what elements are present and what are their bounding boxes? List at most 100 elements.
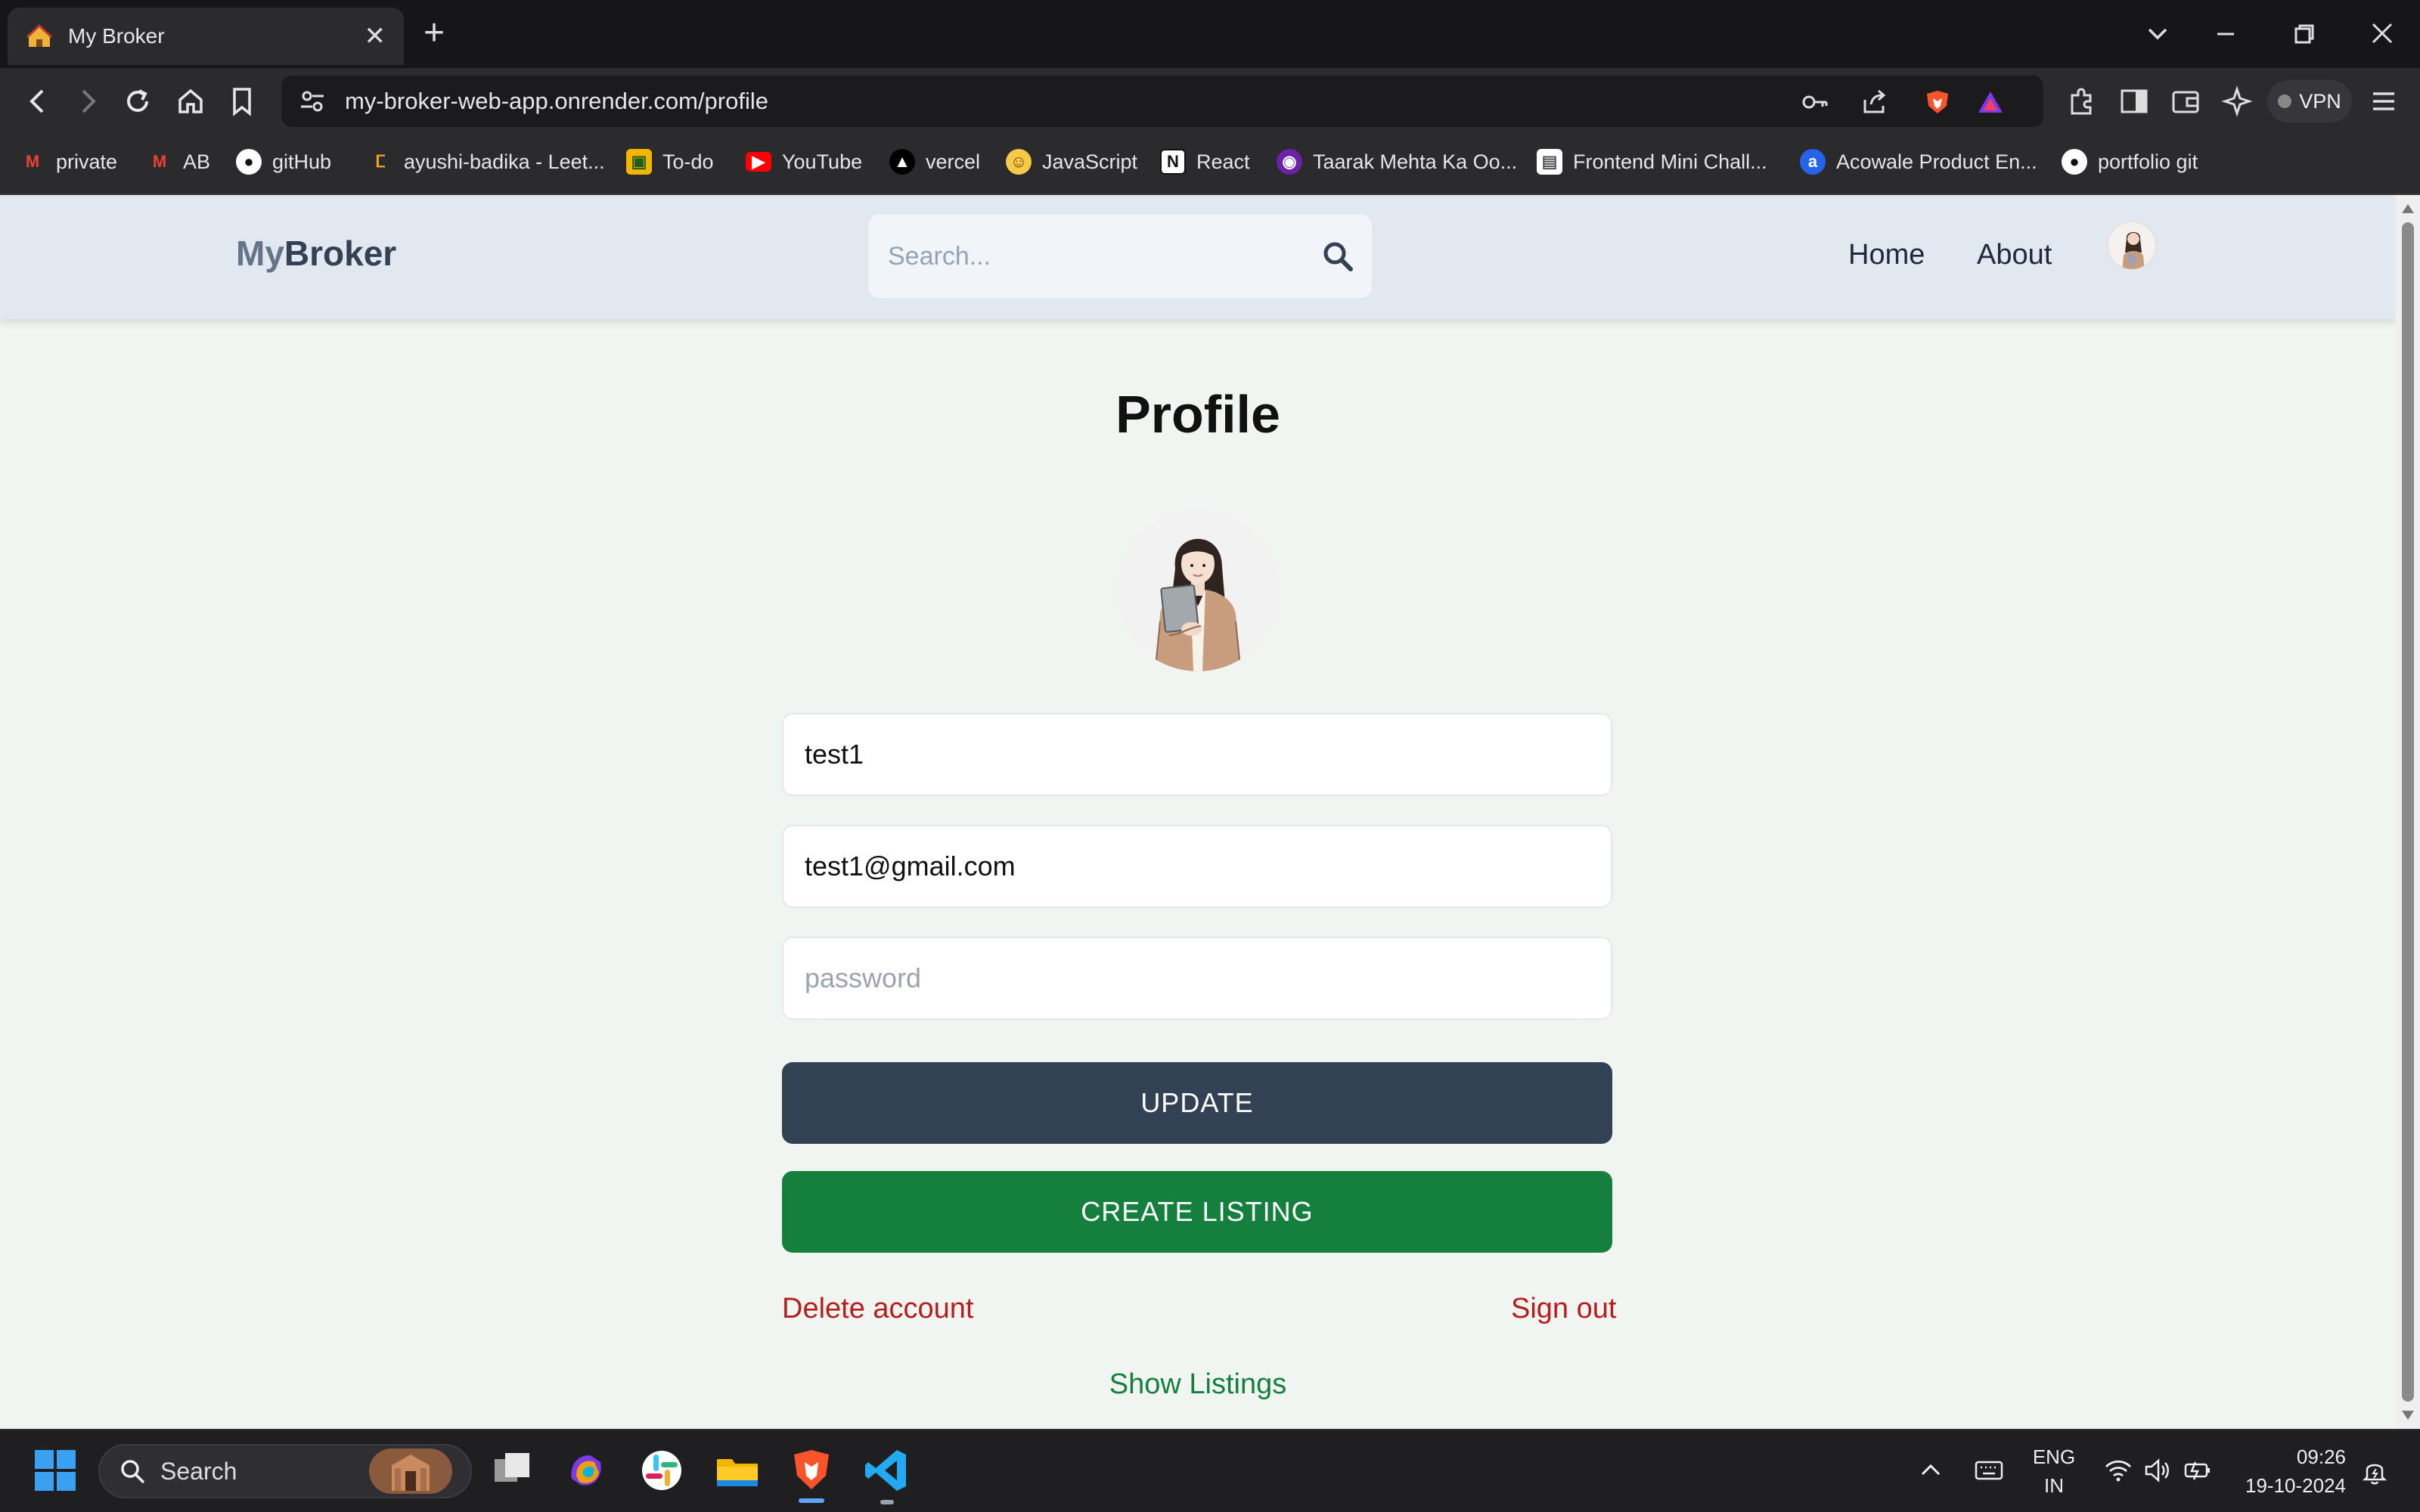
scroll-down-arrow-icon[interactable] xyxy=(2402,1411,2414,1420)
menu-hamburger-icon[interactable] xyxy=(2367,85,2400,118)
page-scrollbar[interactable] xyxy=(2396,195,2420,1429)
bookmark-icon[interactable] xyxy=(224,83,260,119)
password-input[interactable] xyxy=(783,938,1611,1018)
logo-part-broker: Broker xyxy=(284,234,397,273)
open-app-indicator xyxy=(880,1500,894,1504)
bookmark-react[interactable]: N React xyxy=(1160,147,1250,177)
bookmark-javascript[interactable]: ☺ JavaScript xyxy=(1006,147,1137,177)
notification-bell-icon[interactable] xyxy=(2360,1456,2390,1486)
region-code: IN xyxy=(2044,1474,2064,1497)
brave-browser-taskbar-icon[interactable] xyxy=(786,1445,836,1495)
classroom-icon: ▣ xyxy=(626,149,652,175)
vscode-icon[interactable] xyxy=(862,1445,912,1495)
update-button[interactable]: UPDATE xyxy=(782,1062,1612,1144)
bookmark-youtube[interactable]: ▶ YouTube xyxy=(746,147,862,177)
battery-charging-icon[interactable] xyxy=(2183,1458,2213,1483)
language-indicator[interactable]: ENG IN xyxy=(2031,1442,2077,1500)
share-icon[interactable] xyxy=(1860,89,1888,115)
username-field xyxy=(782,713,1612,796)
site-settings-icon[interactable] xyxy=(299,89,325,113)
home-icon[interactable] xyxy=(172,83,209,119)
create-listing-button[interactable]: CREATE LISTING xyxy=(782,1171,1612,1253)
url-text[interactable]: my-broker-web-app.onrender.com/profile xyxy=(345,88,768,115)
username-input[interactable] xyxy=(783,714,1611,795)
search-icon[interactable] xyxy=(1320,239,1355,274)
language-code: ENG xyxy=(2032,1445,2076,1468)
bookmark-private[interactable]: Mprivate xyxy=(20,147,117,177)
active-app-indicator xyxy=(799,1498,824,1503)
bookmark-taarak[interactable]: ◉ Taarak Mehta Ka Oo... xyxy=(1277,147,1517,177)
user-avatar-illustration xyxy=(2122,232,2145,269)
close-window-icon[interactable] xyxy=(2369,20,2396,47)
github-icon: ● xyxy=(2062,149,2087,175)
search-form xyxy=(868,215,1372,298)
sign-out-link[interactable]: Sign out xyxy=(1511,1293,1616,1325)
browser-tab-active[interactable]: My Broker ✕ xyxy=(8,8,404,65)
key-icon[interactable] xyxy=(1801,89,1829,115)
bookmark-leetcode[interactable]: ⵎ ayushi-badika - Leet... xyxy=(368,147,604,177)
search-highlight-petra-icon xyxy=(369,1448,452,1494)
wallet-icon[interactable] xyxy=(2169,85,2202,118)
reload-icon[interactable] xyxy=(119,83,156,119)
logo-part-my: My xyxy=(236,234,284,273)
leetcode-icon: ⵎ xyxy=(375,152,386,171)
vpn-button[interactable]: VPN xyxy=(2267,80,2352,122)
extensions-icon[interactable] xyxy=(2066,85,2099,118)
taskbar-search-label: Search xyxy=(160,1457,237,1485)
new-tab-icon[interactable]: + xyxy=(424,14,445,53)
task-view-icon[interactable] xyxy=(487,1445,537,1495)
minimize-icon[interactable] xyxy=(2213,21,2238,47)
nav-about-link[interactable]: About xyxy=(1977,239,2052,271)
tray-overflow-chevron-icon[interactable] xyxy=(1918,1458,1944,1483)
bookmark-ab[interactable]: M AB xyxy=(147,147,210,177)
email-input[interactable] xyxy=(783,826,1611,906)
bookmark-vercel[interactable]: ▲ vercel xyxy=(889,147,980,177)
scroll-up-arrow-icon[interactable] xyxy=(2402,204,2414,213)
brave-shields-icon[interactable] xyxy=(1924,89,1951,115)
windows-start-icon[interactable] xyxy=(30,1445,80,1495)
nav-home-link[interactable]: Home xyxy=(1848,239,1925,271)
brave-rewards-icon[interactable] xyxy=(1977,89,2004,115)
house-favicon-icon xyxy=(26,23,53,47)
delete-account-link[interactable]: Delete account xyxy=(782,1293,974,1325)
show-listings-link[interactable]: Show Listings xyxy=(0,1368,2396,1401)
close-tab-icon[interactable]: ✕ xyxy=(365,21,386,51)
bookmark-frontend-mini[interactable]: ▤ Frontend Mini Chall... xyxy=(1537,147,1767,177)
vercel-icon: ▲ xyxy=(889,149,915,175)
sidebar-icon[interactable] xyxy=(2118,85,2151,118)
site-logo[interactable]: MyBroker xyxy=(236,233,396,274)
profile-avatar[interactable] xyxy=(1116,508,1280,671)
gmail-icon: M xyxy=(152,152,167,171)
page-icon: ▤ xyxy=(1537,149,1562,175)
password-field xyxy=(782,937,1612,1020)
header-avatar[interactable] xyxy=(2107,221,2157,271)
bookmark-portfolio-git[interactable]: ● portfolio git xyxy=(2062,147,2198,177)
forward-icon[interactable] xyxy=(70,83,106,119)
bookmark-acowale[interactable]: a Acowale Product En... xyxy=(1800,147,2037,177)
gmail-icon: M xyxy=(25,152,40,171)
leo-ai-icon[interactable] xyxy=(2220,85,2254,118)
vpn-label: VPN xyxy=(2299,89,2341,113)
wifi-icon[interactable] xyxy=(2104,1458,2133,1483)
copilot-icon[interactable] xyxy=(561,1445,611,1495)
restore-icon[interactable] xyxy=(2291,21,2317,47)
bookmark-todo[interactable]: ▣ To-do xyxy=(626,147,714,177)
scrollbar-thumb[interactable] xyxy=(2402,222,2414,1402)
page-title: Profile xyxy=(1115,385,1280,444)
slack-icon[interactable] xyxy=(637,1445,687,1495)
file-explorer-icon[interactable] xyxy=(712,1445,762,1495)
system-clock[interactable]: 09:26 19-10-2024 xyxy=(2232,1442,2346,1500)
vpn-status-dot-icon xyxy=(2278,94,2292,108)
acowale-icon: a xyxy=(1800,149,1826,175)
volume-icon[interactable] xyxy=(2143,1458,2172,1483)
keyboard-icon[interactable] xyxy=(1974,1458,2004,1483)
url-bar[interactable]: my-broker-web-app.onrender.com/profile xyxy=(281,76,2043,127)
taskbar-search[interactable]: Search xyxy=(98,1444,472,1498)
page-viewport: MyBroker Home About Profile xyxy=(0,195,2396,1429)
bookmark-github[interactable]: ● gitHub xyxy=(236,147,331,177)
tab-list-chevron-icon[interactable] xyxy=(2145,21,2170,47)
back-icon[interactable] xyxy=(20,83,56,119)
site-header: MyBroker Home About xyxy=(0,195,2396,319)
tab-title: My Broker xyxy=(68,24,165,48)
search-input[interactable] xyxy=(888,215,1311,298)
